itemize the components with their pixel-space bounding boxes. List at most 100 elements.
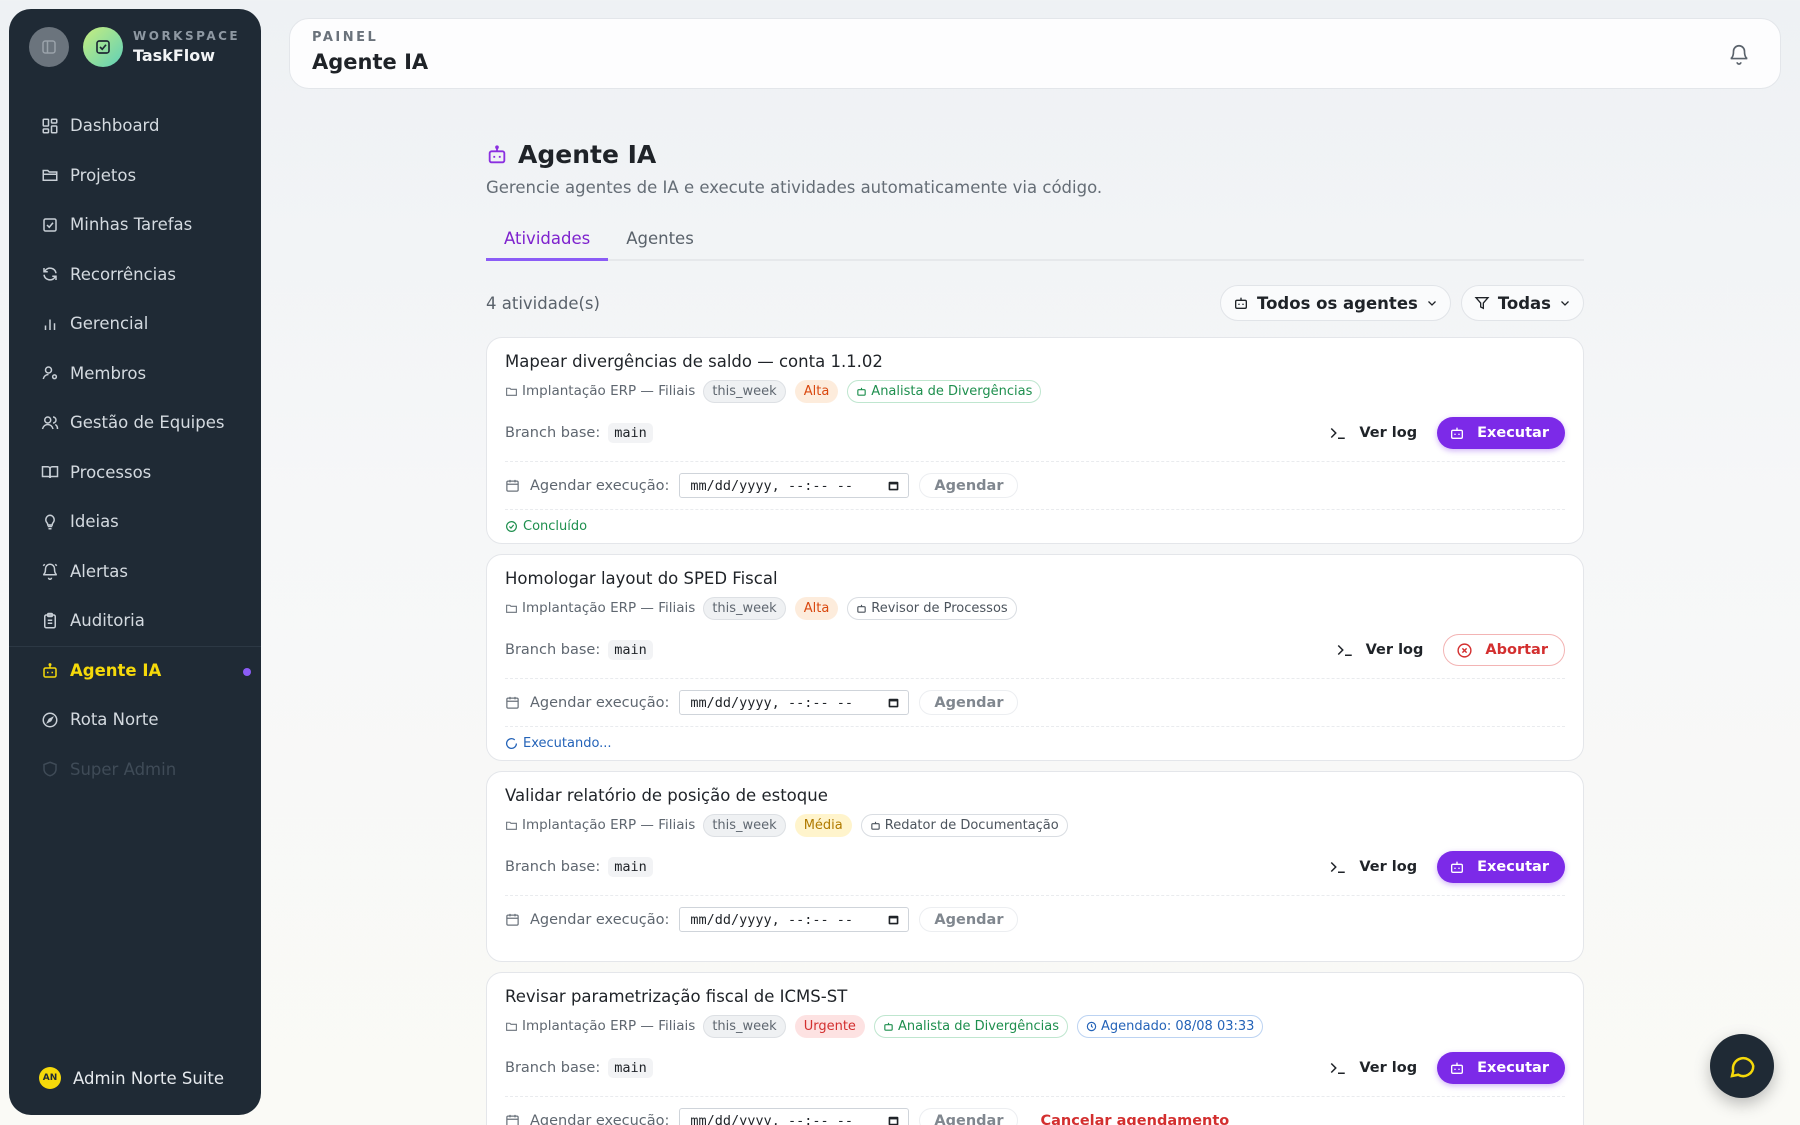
abort-button[interactable]: Abortar (1443, 634, 1565, 666)
sidebar-item-processos[interactable]: Processos (9, 448, 261, 498)
filters: Todos os agentes Todas (1210, 285, 1584, 321)
datetime-input[interactable]: mm/dd/yyyy, --:-- -- (679, 690, 910, 715)
header-title: Agente IA (312, 50, 429, 74)
sidebar-item-alertas[interactable]: Alertas (9, 547, 261, 597)
schedule-row: Agendar execução: mm/dd/yyyy, --:-- -- A… (505, 678, 1565, 726)
view-log-button[interactable]: Ver log (1329, 425, 1417, 441)
chat-button[interactable] (1710, 1034, 1774, 1098)
sidebar-item-dashboard[interactable]: Dashboard (9, 101, 261, 151)
clipboard-icon (44, 612, 56, 629)
calendar-icon (889, 698, 899, 708)
folder-icon (506, 1022, 517, 1031)
view-log-button[interactable]: Ver log (1329, 859, 1417, 875)
notifications-bell-icon[interactable] (1728, 43, 1750, 65)
execute-button[interactable]: Executar (1437, 417, 1565, 449)
sidebar-nav: Dashboard Projetos Minhas Tarefas Recorr… (9, 101, 261, 794)
sidebar-item-membros[interactable]: Membros (9, 349, 261, 399)
status-row: Concluído (505, 509, 1565, 543)
agent-badge: Analista de Divergências (847, 379, 1042, 403)
sidebar-item-super-admin: Super Admin (9, 745, 261, 795)
datetime-input[interactable]: mm/dd/yyyy, --:-- -- (679, 1108, 910, 1125)
agent-badge: Revisor de Processos (847, 596, 1017, 620)
card-actions: Ver log Executar (1329, 1052, 1565, 1084)
schedule-button[interactable]: Agendar (919, 907, 1019, 932)
activity-meta: Implantação ERP — Filiais this_week Médi… (505, 813, 1565, 837)
schedule-button[interactable]: Agendar (919, 1108, 1019, 1125)
sidebar-item-recorrencias[interactable]: Recorrências (9, 250, 261, 300)
avatar: AN (39, 1067, 61, 1089)
page-subtitle: Gerencie agentes de IA e execute ativida… (486, 178, 1103, 197)
main-content: Agente IA Gerencie agentes de IA e execu… (486, 140, 1584, 1125)
week-badge: this_week (703, 596, 786, 620)
calendar-icon (889, 915, 899, 925)
view-log-button[interactable]: Ver log (1336, 642, 1424, 658)
sidebar-item-ideias[interactable]: Ideias (9, 497, 261, 547)
branch-label: Branch base: (505, 642, 601, 658)
workspace-logo[interactable] (83, 27, 123, 67)
view-log-button[interactable]: Ver log (1329, 1060, 1417, 1076)
sidebar-item-label: Alertas (70, 561, 128, 581)
activity-count: 4 atividade(s) (486, 293, 600, 313)
execute-label: Executar (1477, 425, 1549, 441)
execute-button[interactable]: Executar (1437, 1052, 1565, 1084)
sidebar-item-gerencial[interactable]: Gerencial (9, 299, 261, 349)
user-icon (42, 366, 58, 380)
sidebar-toggle-button[interactable] (29, 27, 69, 67)
datetime-input[interactable]: mm/dd/yyyy, --:-- -- (679, 473, 910, 498)
sidebar: WORKSPACE TaskFlow Dashboard Projetos Mi… (9, 9, 261, 1115)
activity-meta: Implantação ERP — Filiais this_week Alta… (505, 379, 1565, 403)
status-text: Executando... (523, 736, 612, 751)
project-name: Implantação ERP — Filiais (522, 1018, 696, 1034)
schedule-row: Agendar execução: mm/dd/yyyy, --:-- -- A… (505, 461, 1565, 509)
user-name: Admin Norte Suite (73, 1068, 225, 1088)
priority-badge: Média (794, 813, 852, 837)
schedule-label: Agendar execução: (530, 911, 670, 928)
lightbulb-icon (45, 514, 55, 530)
tab-agentes[interactable]: Agentes (608, 221, 712, 261)
sidebar-item-projetos[interactable]: Projetos (9, 151, 261, 201)
project-name: Implantação ERP — Filiais (522, 600, 696, 616)
sidebar-item-minhas-tarefas[interactable]: Minhas Tarefas (9, 200, 261, 250)
activity-title: Validar relatório de posição de estoque (505, 786, 828, 805)
calendar-icon (506, 696, 519, 709)
schedule-button[interactable]: Agendar (919, 473, 1019, 498)
activity-meta: Implantação ERP — Filiais this_week Alta… (505, 596, 1565, 620)
sidebar-item-agente-ia[interactable]: Agente IA (9, 645, 261, 696)
branch-row: Branch base: main Ver log Abortar (505, 634, 1565, 666)
tab-bar: Atividades Agentes (486, 221, 1584, 261)
activity-title: Mapear divergências de saldo — conta 1.1… (505, 352, 883, 371)
card-actions: Ver log Executar (1329, 851, 1565, 883)
card-actions: Ver log Executar (1329, 417, 1565, 449)
refresh-icon (43, 267, 57, 281)
activity-list: Mapear divergências de saldo — conta 1.1… (486, 337, 1584, 1125)
folder-icon (506, 387, 517, 396)
branch-value: main (608, 423, 653, 443)
sidebar-item-rota-norte[interactable]: Rota Norte (9, 695, 261, 745)
status-filter-dropdown[interactable]: Todas (1460, 285, 1584, 321)
datetime-input[interactable]: mm/dd/yyyy, --:-- -- (679, 907, 910, 932)
execute-button[interactable]: Executar (1437, 851, 1565, 883)
agent-filter-dropdown[interactable]: Todos os agentes (1220, 285, 1451, 321)
user-profile[interactable]: AN Admin Norte Suite (39, 1067, 224, 1089)
project-tag: Implantação ERP — Filiais (505, 817, 695, 833)
branch-row: Branch base: main Ver log Executar (505, 851, 1565, 883)
branch-label: Branch base: (505, 859, 601, 875)
schedule-label: Agendar execução: (530, 477, 670, 494)
schedule-button[interactable]: Agendar (919, 690, 1019, 715)
sidebar-item-label: Rota Norte (70, 710, 159, 730)
sidebar-item-auditoria[interactable]: Auditoria (9, 596, 261, 646)
view-log-label: Ver log (1365, 642, 1424, 658)
datetime-placeholder: mm/dd/yyyy, --:-- -- (690, 477, 853, 494)
tab-atividades[interactable]: Atividades (486, 221, 609, 261)
card-actions: Ver log Abortar (1336, 634, 1565, 666)
sidebar-item-gestao-de-equipes[interactable]: Gestão de Equipes (9, 398, 261, 448)
bot-icon (1235, 297, 1248, 309)
branch-value: main (608, 857, 653, 877)
project-tag: Implantação ERP — Filiais (505, 600, 695, 616)
datetime-placeholder: mm/dd/yyyy, --:-- -- (690, 694, 853, 711)
check-square-icon (96, 40, 110, 54)
cancel-schedule-link[interactable]: Cancelar agendamento (1040, 1113, 1229, 1125)
agent-name: Analista de Divergências (897, 1018, 1060, 1034)
book-icon (41, 466, 59, 479)
x-circle-icon (1457, 642, 1472, 658)
